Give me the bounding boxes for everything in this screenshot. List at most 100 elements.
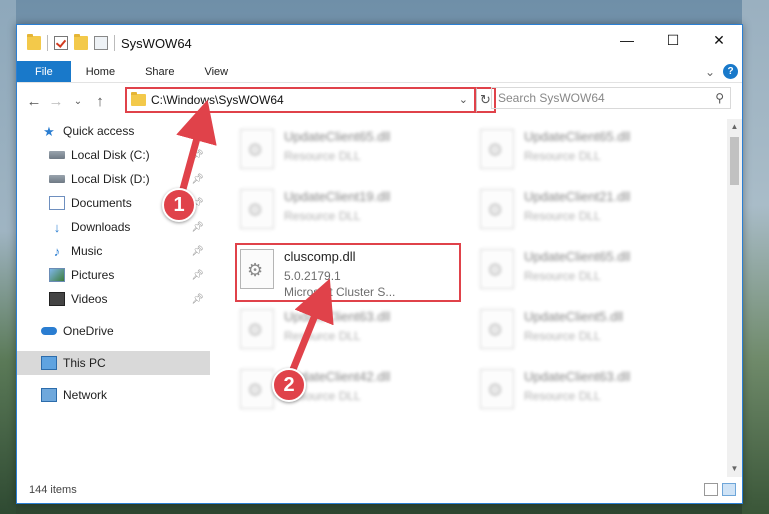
cloud-icon xyxy=(41,327,57,335)
pin-icon: 📌︎ xyxy=(191,293,204,305)
dll-file-icon xyxy=(480,189,514,229)
videos-icon xyxy=(49,292,65,306)
file-tile[interactable]: UpdateClient63.dll Resource DLL xyxy=(472,363,698,419)
new-folder-icon[interactable] xyxy=(74,34,88,50)
callout-step-2: 2 xyxy=(272,368,306,402)
back-button[interactable]: ← xyxy=(23,93,45,110)
sidebar-item-network[interactable]: Network xyxy=(17,383,210,407)
scroll-down-icon[interactable]: ▼ xyxy=(727,461,742,477)
computer-icon xyxy=(41,356,57,370)
desktop-background-left xyxy=(0,0,16,514)
star-icon: ★ xyxy=(43,124,55,139)
tab-view[interactable]: View xyxy=(189,61,243,82)
file-tile[interactable]: UpdateClient65.dll Resource DLL xyxy=(232,123,458,179)
file-tile[interactable]: UpdateClient65.dll Resource DLL xyxy=(472,243,698,299)
file-name: UpdateClient65.dll xyxy=(524,129,631,144)
file-name: UpdateClient65.dll xyxy=(524,249,631,264)
file-tile[interactable]: UpdateClient5.dll Resource DLL xyxy=(472,303,698,359)
status-bar: 144 items xyxy=(17,477,742,503)
quick-access-toolbar xyxy=(17,34,115,51)
tab-home[interactable]: Home xyxy=(71,61,130,82)
search-icon: ⚲ xyxy=(715,91,724,105)
sidebar-item-videos[interactable]: Videos 📌︎ xyxy=(17,287,210,311)
sidebar-item-quick-access[interactable]: ★ Quick access xyxy=(17,119,210,143)
file-description: Resource DLL xyxy=(284,209,361,223)
pin-icon: 📌︎ xyxy=(191,245,204,257)
documents-icon xyxy=(49,196,65,210)
file-tile[interactable]: UpdateClient21.dll Resource DLL xyxy=(472,183,698,239)
dll-file-icon xyxy=(240,369,274,409)
file-description: Resource DLL xyxy=(284,149,361,163)
navigation-bar: ← → ⌄ ↑ C:\Windows\SysWOW64 ⌄ ↻ Search S… xyxy=(17,83,742,119)
file-tile[interactable]: UpdateClient19.dll Resource DLL xyxy=(232,183,458,239)
address-dropdown-icon[interactable]: ⌄ xyxy=(459,93,468,106)
sidebar-item-label: Local Disk (C:) xyxy=(71,148,150,162)
window-controls: — ☐ ✕ xyxy=(604,25,742,55)
file-name: UpdateClient63.dll xyxy=(524,369,631,384)
dll-file-icon xyxy=(480,369,514,409)
divider xyxy=(114,35,115,51)
file-tile[interactable]: UpdateClient63.dll Resource DLL xyxy=(232,303,458,359)
file-name: UpdateClient65.dll xyxy=(284,129,391,144)
file-highlight-box xyxy=(235,243,461,302)
recent-locations-button[interactable]: ⌄ xyxy=(67,96,89,107)
close-button[interactable]: ✕ xyxy=(696,25,742,55)
drive-icon xyxy=(49,175,65,183)
pin-icon: 📌︎ xyxy=(191,149,204,161)
expand-ribbon-icon[interactable]: ⌄ xyxy=(705,65,715,79)
sidebar-item-pictures[interactable]: Pictures 📌︎ xyxy=(17,263,210,287)
search-input[interactable]: Search SysWOW64 ⚲ xyxy=(491,87,731,109)
dll-file-icon xyxy=(240,309,274,349)
callout-step-1: 1 xyxy=(162,188,196,222)
sidebar-item-label: Music xyxy=(71,244,103,258)
file-description: Resource DLL xyxy=(524,209,601,223)
sidebar-item-label: Documents xyxy=(71,196,132,210)
file-tile[interactable]: UpdateClient42.dllResource DLL xyxy=(232,363,458,419)
scroll-up-icon[interactable]: ▲ xyxy=(727,119,742,135)
tab-share[interactable]: Share xyxy=(130,61,189,82)
minimize-button[interactable]: — xyxy=(604,25,650,55)
sidebar-item-label: Pictures xyxy=(71,268,115,282)
file-name: UpdateClient21.dll xyxy=(524,189,631,204)
view-toggle xyxy=(704,483,736,496)
pictures-icon xyxy=(49,268,65,282)
file-description: Resource DLL xyxy=(524,329,601,343)
customize-toolbar-icon[interactable] xyxy=(94,36,108,50)
details-view-icon[interactable] xyxy=(704,483,718,496)
maximize-button[interactable]: ☐ xyxy=(650,25,696,55)
tab-file[interactable]: File xyxy=(17,61,71,82)
search-placeholder: Search SysWOW64 xyxy=(498,91,605,105)
help-icon[interactable]: ? xyxy=(723,64,738,79)
network-icon xyxy=(41,388,57,402)
vertical-scrollbar[interactable]: ▲ ▼ xyxy=(727,119,742,477)
forward-button[interactable]: → xyxy=(45,93,67,110)
pin-icon: 📌︎ xyxy=(191,173,204,185)
dll-file-icon xyxy=(240,189,274,229)
folder-icon xyxy=(27,34,41,50)
sidebar-item-label: OneDrive xyxy=(63,324,114,338)
address-bar[interactable]: C:\Windows\SysWOW64 ⌄ xyxy=(125,87,476,113)
dll-file-icon xyxy=(480,249,514,289)
sidebar-item-this-pc[interactable]: This PC xyxy=(17,351,210,375)
drive-icon xyxy=(49,151,65,159)
divider xyxy=(47,35,48,51)
desktop-background-right xyxy=(742,0,769,514)
file-tile[interactable]: UpdateClient65.dll Resource DLL xyxy=(472,123,698,179)
sidebar-item-label: Videos xyxy=(71,292,108,306)
sidebar-item-label: Quick access xyxy=(63,124,135,138)
ribbon-tabs: File Home Share View ⌄ ? xyxy=(17,61,742,83)
sidebar-item-onedrive[interactable]: OneDrive xyxy=(17,319,210,343)
dll-file-icon xyxy=(480,129,514,169)
file-name: UpdateClient19.dll xyxy=(284,189,391,204)
scroll-thumb[interactable] xyxy=(730,137,739,185)
sidebar-item-label: This PC xyxy=(63,356,106,370)
pin-icon: 📌︎ xyxy=(191,269,204,281)
file-description: Resource DLL xyxy=(284,329,361,343)
sidebar-item-music[interactable]: ♪ Music 📌︎ xyxy=(17,239,210,263)
up-button[interactable]: ↑ xyxy=(89,93,111,110)
tiles-view-icon[interactable] xyxy=(722,483,736,496)
file-description: Resource DLL xyxy=(524,389,601,403)
sidebar-item-local-disk-c[interactable]: Local Disk (C:) 📌︎ xyxy=(17,143,210,167)
item-count: 144 items xyxy=(29,484,77,496)
properties-check-icon[interactable] xyxy=(54,36,68,50)
